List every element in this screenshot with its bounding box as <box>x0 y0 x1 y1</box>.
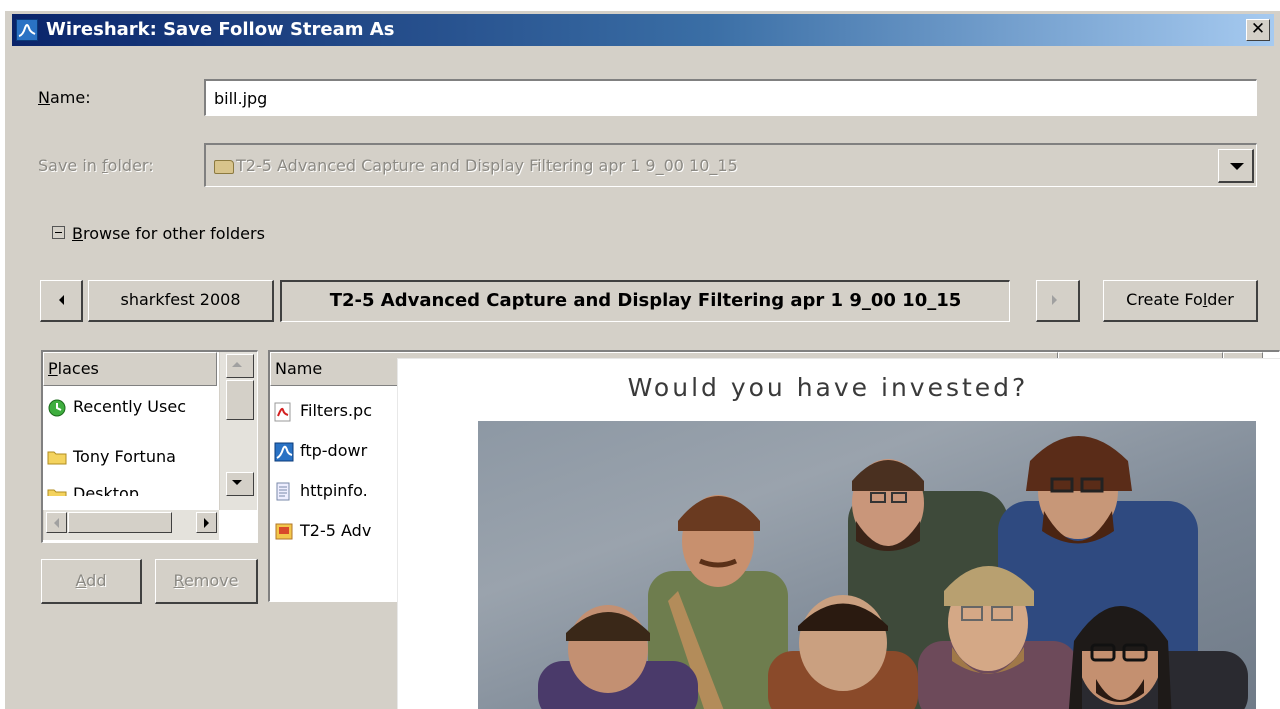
places-item-desktop[interactable]: Desktop <box>43 482 219 496</box>
scroll-thumb-horizontal[interactable] <box>68 512 172 533</box>
path-crumb-sharkfest[interactable]: sharkfest 2008 <box>88 280 274 322</box>
folder-icon <box>47 448 67 466</box>
browse-folders-toggle[interactable]: Browse for other folders <box>72 224 265 243</box>
save-in-folder-label: Save in folder: <box>38 156 154 175</box>
filename-input[interactable] <box>204 79 1257 116</box>
file-row[interactable]: T2-5 Adv <box>270 512 394 552</box>
close-button[interactable]: ✕ <box>1246 19 1270 41</box>
file-row[interactable]: httpinfo. <box>270 472 394 512</box>
collapse-expander-icon[interactable] <box>52 226 65 239</box>
remove-place-button[interactable]: Remove <box>155 559 258 604</box>
image-preview-overlay: Would you have invested? <box>397 358 1280 709</box>
scroll-thumb[interactable] <box>226 380 254 420</box>
folder-icon <box>214 160 234 174</box>
file-row[interactable]: Filters.pc <box>270 392 394 432</box>
group-photo <box>478 421 1256 709</box>
places-vertical-scrollbar[interactable] <box>219 352 257 510</box>
save-in-folder-value: T2-5 Advanced Capture and Display Filter… <box>236 156 738 175</box>
path-crumb-current-folder[interactable]: T2-5 Advanced Capture and Display Filter… <box>280 280 1010 322</box>
image-caption: Would you have invested? <box>627 373 1029 402</box>
file-row[interactable]: ftp-dowr <box>270 432 394 472</box>
dropdown-arrow-icon[interactable] <box>1218 149 1254 183</box>
name-label: Name: <box>38 88 91 107</box>
places-horizontal-scrollbar[interactable] <box>43 510 219 540</box>
pdf-icon <box>274 402 292 422</box>
window-title: Wireshark: Save Follow Stream As <box>46 19 395 40</box>
places-item-recent[interactable]: Recently Usec <box>43 388 219 428</box>
save-in-folder-combo[interactable]: T2-5 Advanced Capture and Display Filter… <box>204 143 1257 187</box>
close-icon: ✕ <box>1250 19 1266 39</box>
title-bar[interactable]: Wireshark: Save Follow Stream As ✕ <box>12 14 1274 46</box>
scroll-up-icon[interactable] <box>226 354 254 378</box>
path-forward-button[interactable] <box>1036 280 1080 322</box>
folder-icon <box>47 486 67 496</box>
wireshark-capture-icon <box>274 442 294 462</box>
presentation-icon <box>274 522 293 540</box>
scroll-left-icon[interactable] <box>46 512 67 533</box>
wireshark-app-icon <box>16 19 38 41</box>
places-item-home[interactable]: Tony Fortuna <box>43 438 219 478</box>
recent-icon <box>47 398 66 417</box>
text-file-icon <box>274 482 292 501</box>
places-panel[interactable]: Places Recently Usec Tony Fortuna Deskto… <box>41 350 258 543</box>
scroll-down-icon[interactable] <box>226 472 254 496</box>
add-place-button[interactable]: Add <box>41 559 142 604</box>
path-back-button[interactable] <box>40 280 83 322</box>
scroll-right-icon[interactable] <box>196 512 217 533</box>
places-header[interactable]: Places <box>43 352 217 386</box>
create-folder-button[interactable]: Create Folder <box>1103 280 1258 322</box>
